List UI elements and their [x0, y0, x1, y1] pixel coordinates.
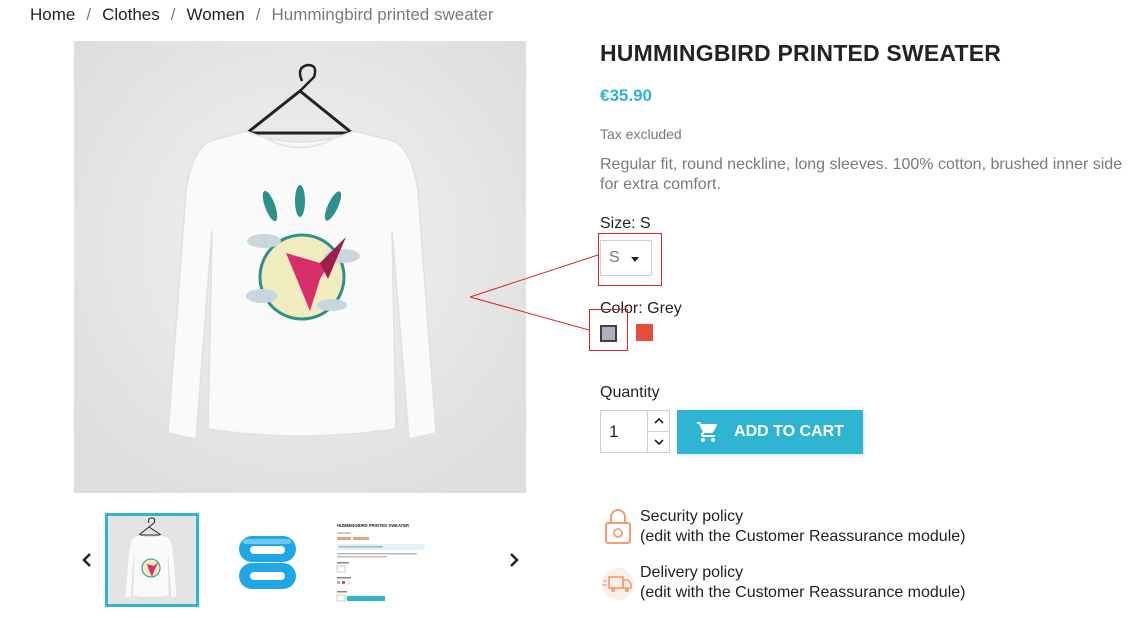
breadcrumb-separator: /: [86, 5, 92, 24]
quantity-decrease-button[interactable]: [647, 431, 670, 453]
quantity-label: Quantity: [600, 384, 660, 401]
sweater-illustration: [74, 41, 526, 493]
delivery-policy-block: Delivery policy (edit with the Customer …: [600, 563, 1140, 603]
delivery-policy-detail: (edit with the Customer Reassurance modu…: [640, 584, 966, 601]
chevron-up-icon: [653, 417, 664, 424]
breadcrumb: Home / Clothes / Women / Hummingbird pri…: [30, 5, 494, 25]
truck-icon: [602, 568, 634, 600]
tax-note: Tax excluded: [600, 126, 682, 142]
product-main-image[interactable]: [74, 41, 526, 493]
chevron-down-icon: [653, 439, 664, 446]
thumbnail-screenshot[interactable]: HUMMINGBIRD PRINTED SWEATER: [333, 513, 427, 607]
size-label: Size: S: [600, 215, 651, 232]
quantity-increase-button[interactable]: [647, 410, 670, 432]
sweater-thumbnail-image: [108, 516, 196, 604]
carousel-next-button[interactable]: [504, 550, 524, 570]
add-to-cart-label: ADD TO CART: [734, 423, 844, 440]
product-price: €35.90: [600, 86, 652, 105]
lock-icon: [605, 509, 631, 544]
thumbnail-mini-title: HUMMINGBIRD PRINTED SWEATER: [337, 523, 409, 528]
breadcrumb-separator: /: [255, 5, 261, 24]
thumbnail-sweater[interactable]: [105, 513, 199, 607]
color-swatch-grey[interactable]: [600, 325, 617, 342]
chevron-right-icon: [510, 553, 519, 567]
security-policy-detail: (edit with the Customer Reassurance modu…: [640, 528, 966, 545]
page-screenshot-thumbnail-image: HUMMINGBIRD PRINTED SWEATER: [333, 513, 427, 607]
size-select[interactable]: S: [600, 240, 652, 276]
thumbnail-logo[interactable]: [231, 513, 325, 607]
breadcrumb-women-link[interactable]: Women: [186, 5, 244, 25]
thumbnail-carousel: HUMMINGBIRD PRINTED SWEATER: [74, 510, 526, 612]
breadcrumb-clothes-link[interactable]: Clothes: [102, 5, 160, 25]
product-title: HUMMINGBIRD PRINTED SWEATER: [600, 40, 1002, 66]
color-swatch-red[interactable]: [636, 324, 653, 341]
size-select-value: S: [609, 249, 620, 266]
product-description: Regular fit, round neckline, long sleeve…: [600, 156, 1123, 193]
breadcrumb-separator: /: [170, 5, 176, 24]
shopping-cart-icon: [697, 422, 718, 442]
security-policy-block: Security policy (edit with the Customer …: [600, 507, 1140, 547]
caret-down-icon: [631, 257, 639, 262]
breadcrumb-current: Hummingbird printed sweater: [271, 5, 494, 24]
color-label: Color: Grey: [600, 300, 682, 317]
breadcrumb-home-link[interactable]: Home: [30, 5, 75, 25]
blue-logo-thumbnail-image: [239, 536, 296, 589]
delivery-policy-title: Delivery policy: [640, 564, 744, 581]
add-to-cart-button[interactable]: ADD TO CART: [677, 410, 863, 454]
chevron-left-icon: [82, 553, 91, 567]
security-policy-title: Security policy: [640, 508, 744, 525]
carousel-prev-button[interactable]: [77, 550, 97, 570]
quantity-input[interactable]: 1: [600, 410, 648, 453]
